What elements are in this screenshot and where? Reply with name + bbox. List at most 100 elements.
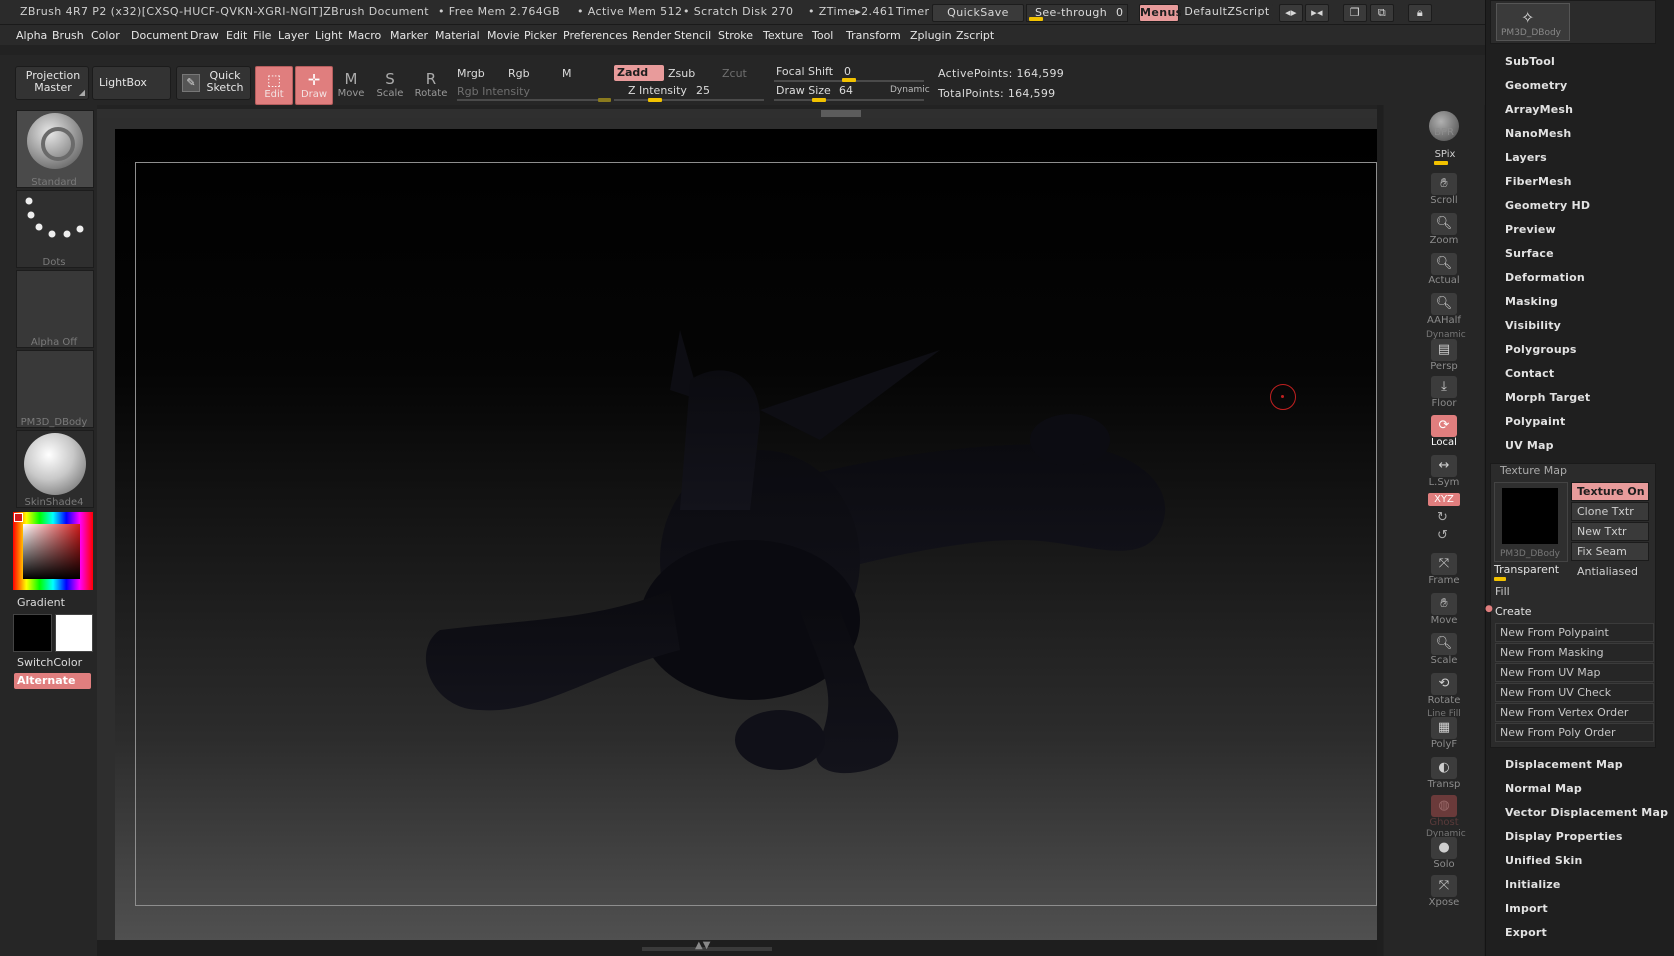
rgb-intensity-slider[interactable] [457, 99, 607, 101]
color-picker[interactable] [13, 512, 93, 590]
menu-material[interactable]: Material [435, 29, 480, 42]
quick-sketch-button[interactable]: ✎ Quick Sketch [176, 66, 251, 100]
secondary-color-swatch[interactable] [13, 614, 52, 652]
palette-vector-displacement-map[interactable]: Vector Displacement Map [1505, 806, 1668, 819]
lightbox-button[interactable]: LightBox [92, 66, 171, 100]
rotate-button[interactable]: R Rotate [413, 66, 449, 103]
texture-map-title[interactable]: Texture Map [1500, 464, 1567, 477]
new-from-uv-check-button[interactable]: New From UV Check [1495, 683, 1654, 702]
transparent-knob[interactable] [1494, 577, 1506, 581]
color-square[interactable] [23, 524, 80, 579]
new-from-vertex-order-button[interactable]: New From Vertex Order [1495, 703, 1654, 722]
menu-tool[interactable]: Tool [812, 29, 833, 42]
see-through-knob[interactable] [1029, 17, 1043, 21]
palette-layers[interactable]: Layers [1505, 151, 1547, 164]
palette-normal-map[interactable]: Normal Map [1505, 782, 1582, 795]
bpr-button[interactable]: BPR [1426, 108, 1462, 145]
texture-map-thumbnail[interactable]: PM3D_DBody [1494, 482, 1568, 562]
see-through-slider[interactable]: See-through 0 [1026, 4, 1128, 22]
ghost-button[interactable]: ◍ Ghost [1426, 792, 1462, 829]
layout-next-icon[interactable]: ▸◂ [1305, 4, 1329, 22]
create-label[interactable]: Create [1495, 605, 1532, 618]
menu-file[interactable]: File [253, 29, 271, 42]
scale-view-button[interactable]: 🔍︎ Scale [1426, 630, 1462, 667]
menus-button[interactable]: Menus [1139, 4, 1182, 22]
zcut-button[interactable]: Zcut [722, 67, 747, 80]
transparent-slider[interactable]: Transparent [1494, 562, 1566, 581]
actual-button[interactable]: 🔍︎ Actual [1426, 250, 1462, 287]
clone-txtr-button[interactable]: Clone Txtr [1571, 502, 1649, 521]
zadd-button[interactable]: Zadd [614, 65, 664, 81]
menu-render[interactable]: Render [632, 29, 671, 42]
restore-window-icon[interactable]: ❐ [1343, 4, 1367, 22]
palette-unified-skin[interactable]: Unified Skin [1505, 854, 1583, 867]
switch-color-button[interactable]: SwitchColor [17, 656, 82, 669]
menu-movie[interactable]: Movie [487, 29, 520, 42]
scale-button[interactable]: S Scale [372, 66, 408, 103]
palette-preview[interactable]: Preview [1505, 223, 1556, 236]
lock-icon[interactable]: 🔒︎ [1408, 4, 1432, 22]
palette-fibermesh[interactable]: FiberMesh [1505, 175, 1572, 188]
menu-stroke[interactable]: Stroke [718, 29, 753, 42]
menu-layer[interactable]: Layer [278, 29, 309, 42]
palette-subtool[interactable]: SubTool [1505, 55, 1555, 68]
main-color-swatch[interactable] [55, 614, 93, 652]
palette-surface[interactable]: Surface [1505, 247, 1554, 260]
menu-draw[interactable]: Draw [190, 29, 219, 42]
fix-seam-button[interactable]: Fix Seam [1571, 542, 1649, 561]
texture-on-button[interactable]: Texture On [1571, 482, 1649, 501]
antialiased-button[interactable]: Antialiased [1571, 562, 1649, 581]
quicksave-button[interactable]: QuickSave [932, 4, 1024, 22]
default-zscript-button[interactable]: DefaultZScript [1181, 4, 1273, 20]
aahalf-button[interactable]: 🔍︎ AAHalf [1426, 290, 1462, 327]
layout-prev-icon[interactable]: ◂▸ [1279, 4, 1303, 22]
new-from-poly-order-button[interactable]: New From Poly Order [1495, 723, 1654, 742]
palette-morph-target[interactable]: Morph Target [1505, 391, 1590, 404]
palette-export[interactable]: Export [1505, 926, 1547, 939]
solo-button[interactable]: ● Solo [1426, 834, 1462, 871]
new-from-masking-button[interactable]: New From Masking [1495, 643, 1654, 662]
rgb-button[interactable]: Rgb [508, 67, 530, 80]
menu-picker[interactable]: Picker [524, 29, 557, 42]
projection-master-button[interactable]: Projection Master ◢ [15, 66, 89, 100]
xyz-button[interactable]: XYZ [1428, 493, 1460, 506]
palette-polygroups[interactable]: Polygroups [1505, 343, 1577, 356]
expand-tray-icon[interactable]: ▲▼ [695, 940, 710, 951]
palette-nanomesh[interactable]: NanoMesh [1505, 127, 1571, 140]
persp-button[interactable]: ▤ Persp [1426, 336, 1462, 373]
move-view-button[interactable]: ✋︎ Move [1426, 590, 1462, 627]
palette-import[interactable]: Import [1505, 902, 1548, 915]
new-from-uv-map-button[interactable]: New From UV Map [1495, 663, 1654, 682]
rotate-y-icon[interactable]: ↻ [1437, 510, 1448, 525]
palette-deformation[interactable]: Deformation [1505, 271, 1585, 284]
menu-alpha[interactable]: Alpha [16, 29, 47, 42]
spix-slider[interactable]: SPix [1430, 149, 1460, 165]
z-intensity-slider[interactable]: Z Intensity 25 [614, 83, 764, 102]
menu-document[interactable]: Document [131, 29, 188, 42]
scroll-button[interactable]: ✋︎ Scroll [1426, 170, 1462, 207]
draw-size-knob[interactable] [812, 98, 826, 102]
menu-edit[interactable]: Edit [226, 29, 247, 42]
m-button[interactable]: M [562, 67, 572, 80]
new-from-polypaint-button[interactable]: New From Polypaint [1495, 623, 1654, 642]
right-divider[interactable] [1377, 105, 1383, 956]
mrgb-button[interactable]: Mrgb [457, 67, 485, 80]
menu-zscript[interactable]: Zscript [956, 29, 994, 42]
zsub-button[interactable]: Zsub [668, 67, 695, 80]
palette-initialize[interactable]: Initialize [1505, 878, 1561, 891]
transp-button[interactable]: ◐ Transp [1426, 754, 1462, 791]
menu-zplugin[interactable]: Zplugin [910, 29, 952, 42]
menu-preferences[interactable]: Preferences [563, 29, 628, 42]
focal-shift-knob[interactable] [842, 78, 856, 82]
zoom-button[interactable]: 🔍︎ Zoom [1426, 210, 1462, 247]
menu-transform[interactable]: Transform [846, 29, 901, 42]
menu-brush[interactable]: Brush [52, 29, 84, 42]
palette-uv-map[interactable]: UV Map [1505, 439, 1554, 452]
top-scroll-thumb[interactable] [821, 110, 861, 117]
draw-button[interactable]: ✛ Draw [295, 66, 333, 105]
palette-masking[interactable]: Masking [1505, 295, 1558, 308]
rotate-view-button[interactable]: ⟲ Rotate [1426, 670, 1462, 707]
top-scroll-bar[interactable] [97, 109, 1377, 118]
menu-marker[interactable]: Marker [390, 29, 428, 42]
menu-light[interactable]: Light [315, 29, 342, 42]
